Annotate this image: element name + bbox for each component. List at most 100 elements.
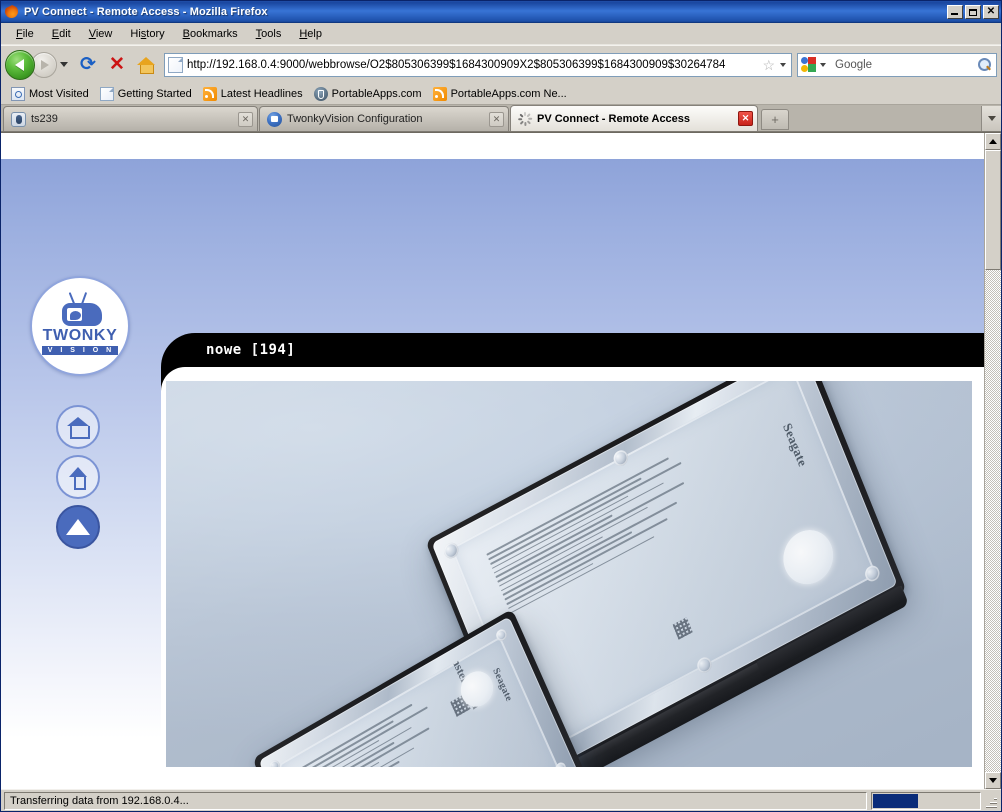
maximize-button[interactable] (965, 5, 981, 19)
menu-bookmarks[interactable]: Bookmarks (174, 25, 247, 43)
twonky-tv-icon (58, 292, 102, 326)
content-panel: nowe [194] Seagate Constellation Seagate (161, 333, 984, 789)
menu-bar: File Edit View History Bookmarks Tools H… (1, 23, 1001, 45)
star-icon[interactable]: ☆ (762, 58, 775, 72)
new-tab-button[interactable]: + (761, 109, 789, 130)
title-bar: PV Connect - Remote Access - Mozilla Fir… (1, 1, 1001, 23)
drive-brand-label: Seagate (490, 665, 515, 704)
scrollbar-track[interactable] (985, 270, 1001, 772)
status-bar: Transferring data from 192.168.0.4... (1, 789, 1001, 811)
twonky-logo[interactable]: TWONKY V I S I O N (30, 276, 130, 376)
rss-feed-icon (202, 86, 217, 101)
progress-bar-fill (873, 793, 918, 808)
forward-arrow-icon (41, 59, 49, 70)
shield-icon (313, 86, 328, 101)
tab-close-button[interactable]: ✕ (489, 111, 504, 127)
scroll-up-button[interactable] (985, 133, 1001, 150)
minimize-button[interactable] (947, 5, 963, 19)
reload-button[interactable]: ⟳ (75, 52, 101, 78)
google-icon[interactable] (800, 56, 817, 73)
home-icon (67, 417, 90, 439)
scroll-down-button[interactable] (985, 772, 1001, 789)
home-button[interactable] (56, 405, 100, 449)
firefox-icon (4, 4, 20, 20)
tab-twonkyvision-configuration[interactable]: TwonkyVision Configuration ✕ (259, 106, 509, 131)
bookmark-label: PortableApps.com (331, 87, 422, 100)
panel-body: Seagate Constellation Seagate (161, 367, 984, 789)
up-level-button[interactable] (56, 455, 100, 499)
bookmark-getting-started[interactable]: Getting Started (96, 85, 199, 103)
web-page: TWONKY V I S I O N nowe [194] Seagate Co… (1, 133, 984, 789)
tab-pv-connect-remote-access[interactable]: PV Connect - Remote Access ✕ (510, 105, 758, 131)
url-input[interactable]: http://192.168.0.4:9000/webbrowse/O2$805… (187, 59, 760, 71)
stop-icon: ✕ (109, 54, 125, 75)
window-controls: ✕ (947, 5, 999, 19)
page-top-strip (1, 133, 984, 159)
home-button[interactable] (133, 52, 159, 78)
tab-list-button[interactable] (981, 106, 1001, 131)
vertical-scrollbar[interactable] (984, 133, 1001, 789)
window-title: PV Connect - Remote Access - Mozilla Fir… (24, 6, 268, 18)
back-forward-group (5, 49, 72, 80)
tab-label: TwonkyVision Configuration (287, 113, 423, 125)
drive-label-text (486, 442, 760, 709)
close-icon: ✕ (986, 6, 996, 17)
status-message: Transferring data from 192.168.0.4... (4, 791, 867, 810)
menu-tools[interactable]: Tools (247, 25, 291, 43)
tab-label: PV Connect - Remote Access (537, 112, 691, 125)
address-bar[interactable]: http://192.168.0.4:9000/webbrowse/O2$805… (164, 52, 792, 77)
hard-drive-small: Constellation Seagate (252, 608, 590, 767)
logo-brand: TWONKY (42, 327, 118, 344)
chevron-down-icon[interactable] (60, 62, 68, 67)
bookmark-label: Latest Headlines (220, 87, 303, 100)
magnifier-icon[interactable] (976, 57, 992, 73)
resize-grip[interactable] (983, 792, 999, 810)
firefox-window: PV Connect - Remote Access - Mozilla Fir… (0, 0, 1002, 812)
site-favicon-icon (11, 111, 26, 127)
rss-feed-icon (432, 86, 447, 101)
scrollbar-thumb[interactable] (985, 150, 1001, 270)
menu-help[interactable]: Help (290, 25, 331, 43)
logo-sub-brand: V I S I O N (41, 346, 119, 355)
top-button[interactable] (56, 505, 100, 549)
browser-viewport: TWONKY V I S I O N nowe [194] Seagate Co… (1, 132, 1001, 789)
bookmark-label: Most Visited (29, 87, 89, 100)
chevron-down-icon[interactable] (780, 62, 786, 67)
tab-ts239[interactable]: ts239 ✕ (3, 106, 258, 131)
drive-model-label: Constellation (443, 642, 484, 712)
close-button[interactable]: ✕ (983, 5, 999, 19)
most-visited-icon (11, 86, 25, 101)
chevron-down-icon[interactable] (820, 62, 826, 67)
scroll-up-arrow-icon (989, 139, 997, 144)
bookmark-portableapps-news[interactable]: PortableApps.com Ne... (429, 85, 574, 103)
twonky-favicon-icon (267, 111, 282, 127)
bookmark-portableapps[interactable]: PortableApps.com (310, 85, 429, 103)
search-box[interactable]: Google (797, 52, 997, 77)
scroll-down-arrow-icon (989, 778, 997, 783)
bookmark-label: PortableApps.com Ne... (450, 87, 567, 100)
home-icon (137, 56, 155, 74)
bookmarks-toolbar: Most Visited Getting Started Latest Head… (1, 83, 1001, 105)
bookmark-latest-headlines[interactable]: Latest Headlines (199, 85, 310, 103)
bookmark-label: Getting Started (117, 87, 192, 100)
tab-strip-empty (789, 106, 981, 131)
menu-edit[interactable]: Edit (43, 25, 80, 43)
media-photo[interactable]: Seagate Constellation Seagate (166, 381, 972, 767)
back-button[interactable] (5, 49, 35, 80)
tab-close-button[interactable]: ✕ (738, 111, 753, 126)
search-input[interactable]: Google (829, 59, 976, 71)
progress-bar (871, 791, 981, 810)
up-arrow-icon (69, 466, 87, 490)
menu-view[interactable]: View (80, 25, 122, 43)
document-icon (99, 86, 114, 101)
page-favicon-icon (168, 56, 183, 73)
chevron-down-icon (987, 116, 996, 121)
menu-file[interactable]: File (7, 25, 43, 43)
back-arrow-icon (14, 58, 24, 71)
stop-button[interactable]: ✕ (104, 52, 130, 78)
reload-icon: ⟳ (80, 53, 96, 75)
tab-close-button[interactable]: ✕ (238, 111, 253, 127)
loading-spinner-icon (518, 111, 533, 126)
bookmark-most-visited[interactable]: Most Visited (7, 85, 96, 103)
menu-history[interactable]: History (121, 25, 173, 43)
